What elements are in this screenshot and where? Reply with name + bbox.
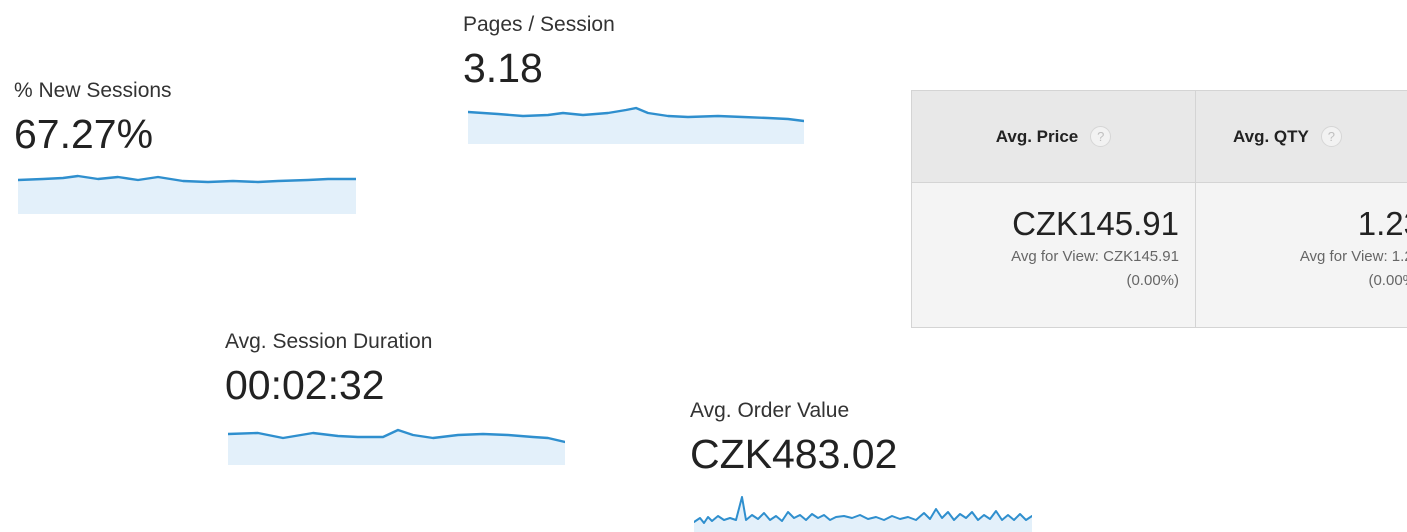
metric-value: CZK483.02 <box>690 431 898 477</box>
avg-for-view-text: Avg for View: CZK145.91 <box>1011 248 1179 265</box>
avg-session-duration-sparkline <box>228 428 565 465</box>
metric-value: 67.27% <box>14 111 154 157</box>
cell-value: CZK145.91 <box>1012 205 1179 242</box>
table-column-avg-price: Avg. Price ? CZK145.91 Avg for View: CZK… <box>912 91 1196 327</box>
pages-per-session-metric: Pages / Session 3.18 <box>463 14 615 89</box>
avg-session-duration-metric: Avg. Session Duration 00:02:32 <box>225 331 432 406</box>
metric-label: Avg. Session Duration <box>225 330 433 353</box>
column-header-label[interactable]: Avg. Price <box>996 127 1079 147</box>
help-icon[interactable]: ? <box>1090 126 1112 147</box>
table-header-cell[interactable]: Avg. Price ? <box>912 91 1195 183</box>
table-column-avg-qty: Avg. QTY ? 1.23 Avg for View: 1.23 (0.00… <box>1196 91 1407 327</box>
metric-label: Avg. Order Value <box>690 399 850 422</box>
avg-for-view-text: Avg for View: 1.23 <box>1299 248 1407 265</box>
delta-text: (0.00%) <box>1368 272 1407 289</box>
metric-value: 3.18 <box>463 45 543 91</box>
avg-order-value-sparkline <box>694 496 1032 532</box>
help-icon[interactable]: ? <box>1320 126 1342 147</box>
column-header-label[interactable]: Avg. QTY <box>1233 127 1309 147</box>
sparkline-area <box>468 108 804 144</box>
table-value-cell: CZK145.91 Avg for View: CZK145.91 (0.00%… <box>912 183 1195 327</box>
new-sessions-metric: % New Sessions 67.27% <box>14 80 172 155</box>
table-value-cell: 1.23 Avg for View: 1.23 (0.00%) <box>1196 183 1407 327</box>
avg-order-value-metric: Avg. Order Value CZK483.02 <box>690 400 897 475</box>
cell-value: 1.23 <box>1357 205 1407 242</box>
cell-subtext: Avg for View: CZK145.91 (0.00%) <box>1011 245 1179 293</box>
delta-text: (0.00%) <box>1126 272 1179 289</box>
cell-subtext: Avg for View: 1.23 (0.00%) <box>1300 245 1407 293</box>
new-sessions-sparkline <box>18 174 356 214</box>
table-header-cell[interactable]: Avg. QTY ? <box>1196 91 1407 183</box>
metric-label: % New Sessions <box>14 79 172 102</box>
summary-table: Avg. Price ? CZK145.91 Avg for View: CZK… <box>911 90 1407 328</box>
metric-label: Pages / Session <box>463 13 615 36</box>
pages-per-session-sparkline <box>468 106 804 144</box>
metric-value: 00:02:32 <box>225 362 385 408</box>
